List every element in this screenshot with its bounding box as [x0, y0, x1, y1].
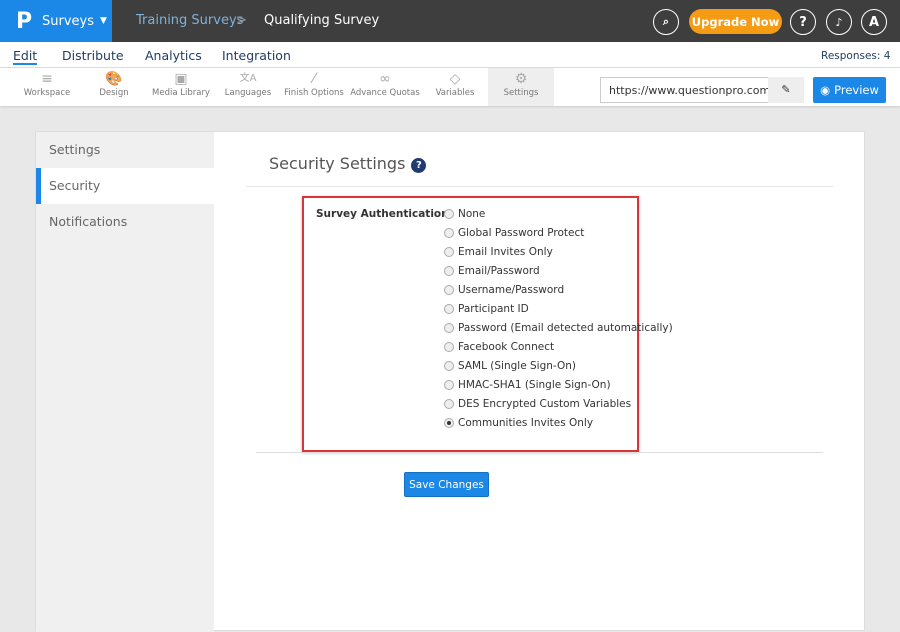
upgrade-now-button[interactable]: Upgrade Now	[689, 9, 782, 34]
auth-option-label: Global Password Protect	[458, 227, 585, 239]
settings-sidebar: Settings Security Notifications	[36, 132, 214, 632]
surveys-menu[interactable]: P Surveys ▼	[0, 0, 112, 42]
auth-option-label: DES Encrypted Custom Variables	[458, 398, 632, 410]
auth-option[interactable]: Email/Password	[444, 265, 673, 284]
auth-option[interactable]: Facebook Connect	[444, 341, 673, 360]
sidebar-item-settings[interactable]: Settings	[36, 132, 214, 168]
tab-distribute[interactable]: Distribute	[62, 48, 124, 63]
divider	[246, 186, 833, 187]
sidebar-item-security[interactable]: Security	[36, 168, 214, 204]
image-icon: ▣	[174, 71, 188, 87]
toolbar-finish-options[interactable]: ⁄ Finish Options	[283, 68, 345, 106]
auth-option[interactable]: DES Encrypted Custom Variables	[444, 398, 673, 417]
page-title-text: Security Settings	[269, 154, 406, 173]
page-title: Security Settings?	[269, 154, 427, 173]
save-changes-button[interactable]: Save Changes	[404, 472, 489, 497]
auth-option-label: None	[458, 208, 486, 220]
toolbar-design[interactable]: 🎨 Design	[90, 68, 138, 106]
help-circle-icon[interactable]: ?	[411, 158, 427, 173]
settings-panel: Settings Security Notifications Security…	[35, 131, 865, 632]
eye-icon: ◉	[820, 83, 831, 97]
tag-icon: ◇	[449, 71, 461, 87]
radio-button[interactable]	[444, 323, 454, 333]
bell-icon[interactable]: ♪	[826, 9, 852, 35]
toolbar-label: Workspace	[23, 88, 71, 98]
radio-button[interactable]	[444, 361, 454, 371]
toolbar-label: Settings	[503, 88, 539, 98]
breadcrumb-separator: >	[236, 13, 247, 28]
divider	[256, 452, 823, 453]
auth-option-label: Facebook Connect	[458, 341, 555, 353]
toolbar-label: Media Library	[152, 88, 210, 98]
preview-button[interactable]: ◉ Preview	[813, 77, 886, 103]
auth-option-label: Email Invites Only	[458, 246, 553, 258]
auth-option-label: Communities Invites Only	[458, 417, 594, 429]
radio-button[interactable]	[444, 247, 454, 257]
auth-option[interactable]: None	[444, 208, 673, 227]
chevron-down-icon: ▼	[100, 16, 107, 26]
toolbar-languages[interactable]: 文A Languages	[222, 68, 274, 106]
toolbar-label: Design	[99, 88, 129, 98]
auth-option[interactable]: HMAC-SHA1 (Single Sign-On)	[444, 379, 673, 398]
auth-option[interactable]: Global Password Protect	[444, 227, 673, 246]
tab-edit[interactable]: Edit	[13, 48, 38, 65]
breadcrumb-training-surveys[interactable]: Training Surveys	[136, 13, 243, 28]
breadcrumb-current: Qualifying Survey	[264, 13, 380, 28]
avatar[interactable]: A	[861, 9, 887, 35]
radio-button[interactable]	[444, 399, 454, 409]
auth-option[interactable]: Email Invites Only	[444, 246, 673, 265]
auth-option[interactable]: Participant ID	[444, 303, 673, 322]
sidebar-item-notifications[interactable]: Notifications	[36, 204, 214, 240]
toolbar-advance-quotas[interactable]: ∞ Advance Quotas	[350, 68, 420, 106]
translate-icon: 文A	[239, 73, 257, 84]
surveys-label: Surveys	[42, 13, 94, 29]
radio-button[interactable]	[444, 209, 454, 219]
auth-option-label: Participant ID	[458, 303, 529, 315]
auth-option-label: HMAC-SHA1 (Single Sign-On)	[458, 379, 611, 391]
tab-analytics[interactable]: Analytics	[145, 48, 202, 63]
auth-option[interactable]: Communities Invites Only	[444, 417, 673, 436]
tab-integration[interactable]: Integration	[222, 48, 291, 63]
radio-button[interactable]	[444, 304, 454, 314]
auth-option[interactable]: SAML (Single Sign-On)	[444, 360, 673, 379]
radio-button[interactable]	[444, 342, 454, 352]
toolbar-label: Advance Quotas	[350, 88, 420, 98]
toolbar-label: Languages	[224, 88, 272, 98]
toolbar-label: Finish Options	[284, 88, 344, 98]
help-icon[interactable]: ?	[790, 9, 816, 35]
search-icon[interactable]: ⌕	[653, 9, 679, 35]
link-icon: ∞	[379, 71, 391, 87]
magic-wand-icon: ⁄	[312, 71, 316, 87]
auth-option-label: Username/Password	[458, 284, 565, 296]
authentication-options: None Global Password Protect Email Invites…	[444, 208, 673, 436]
responses-count[interactable]: Responses: 4	[821, 50, 890, 62]
toolbar-label: Variables	[435, 88, 475, 98]
auth-option-label: Email/Password	[458, 265, 540, 277]
radio-button[interactable]	[444, 266, 454, 276]
radio-button[interactable]	[444, 380, 454, 390]
palette-icon: 🎨	[105, 71, 123, 87]
toolbar-workspace[interactable]: ≡ Workspace	[20, 68, 74, 106]
auth-option-label: Password (Email detected automatically)	[458, 322, 673, 334]
toolbar-variables[interactable]: ◇ Variables	[430, 68, 480, 106]
auth-option-label: SAML (Single Sign-On)	[458, 360, 577, 372]
logo: P	[16, 8, 33, 34]
top-bar: P Surveys ▼ Training Surveys > Qualifyin…	[0, 0, 900, 42]
main-nav: Edit Distribute Analytics Integration Re…	[0, 42, 900, 68]
preview-label: Preview	[834, 83, 879, 97]
radio-button[interactable]	[444, 418, 454, 428]
toolbar-media-library[interactable]: ▣ Media Library	[150, 68, 212, 106]
radio-button[interactable]	[444, 285, 454, 295]
edit-url-pencil-icon[interactable]: ✎	[768, 77, 804, 103]
radio-button[interactable]	[444, 228, 454, 238]
auth-option[interactable]: Username/Password	[444, 284, 673, 303]
gear-icon: ⚙	[514, 71, 528, 87]
workspace-icon: ≡	[41, 71, 53, 87]
auth-option[interactable]: Password (Email detected automatically)	[444, 322, 673, 341]
survey-authentication-label: Survey Authentication:	[316, 208, 453, 220]
toolbar-settings[interactable]: ⚙ Settings	[488, 68, 554, 106]
